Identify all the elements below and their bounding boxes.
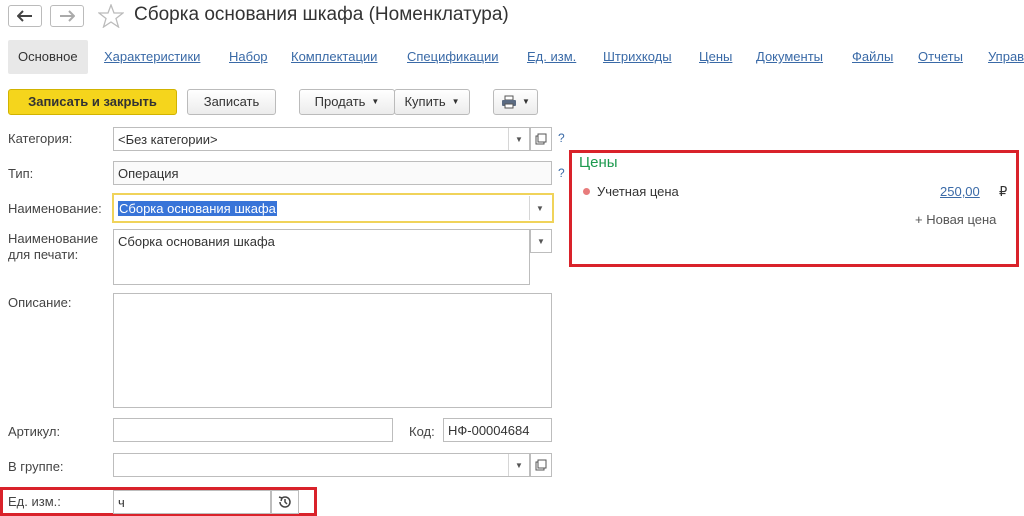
print-name-label-line2: для печати:: [8, 247, 79, 262]
currency-label: ₽: [999, 184, 1008, 199]
sell-button[interactable]: Продать ▼: [299, 89, 395, 115]
tab-files[interactable]: Файлы: [852, 40, 893, 74]
open-icon: [535, 459, 547, 471]
tab-set[interactable]: Набор: [229, 40, 268, 74]
buy-button[interactable]: Купить ▼: [394, 89, 470, 115]
sell-label: Продать: [314, 94, 366, 109]
tab-units[interactable]: Ед. изм.: [527, 40, 576, 74]
printer-icon: [502, 95, 517, 109]
name-field[interactable]: Сборка основания шкафа ▼: [112, 193, 554, 223]
category-label: Категория:: [8, 131, 73, 146]
tab-kits[interactable]: Комплектации: [291, 40, 377, 74]
group-field[interactable]: ▼: [113, 453, 530, 477]
type-value: Операция: [118, 165, 179, 181]
unit-history-button[interactable]: [271, 490, 299, 514]
description-field[interactable]: [113, 293, 552, 408]
chevron-down-icon[interactable]: ▼: [530, 229, 552, 253]
chevron-down-icon[interactable]: ▼: [508, 128, 529, 150]
unit-value: ч: [118, 494, 125, 510]
article-label: Артикул:: [8, 424, 61, 439]
tab-management[interactable]: Управ: [988, 40, 1024, 74]
tab-main[interactable]: Основное: [8, 40, 88, 74]
prices-title: Цены: [579, 154, 618, 171]
chevron-down-icon: ▼: [522, 97, 530, 106]
print-name-field[interactable]: Сборка основания шкафа: [113, 229, 530, 285]
price-dot-icon: [583, 188, 590, 195]
open-icon: [535, 133, 547, 145]
chevron-down-icon[interactable]: ▼: [508, 454, 529, 476]
back-button[interactable]: [8, 5, 42, 27]
category-field[interactable]: <Без категории> ▼: [113, 127, 530, 151]
description-label: Описание:: [8, 295, 72, 310]
print-name-label: Наименование для печати:: [8, 231, 98, 263]
print-name-label-line1: Наименование: [8, 231, 99, 246]
tab-reports[interactable]: Отчеты: [918, 40, 963, 74]
price-value-link[interactable]: 250,00: [940, 184, 980, 199]
code-field[interactable]: НФ-00004684: [443, 418, 552, 442]
type-field: Операция: [113, 161, 552, 185]
type-label: Тип:: [8, 166, 34, 181]
arrow-left-icon: [17, 10, 32, 22]
tab-characteristics[interactable]: Характеристики: [104, 40, 200, 74]
group-open-button[interactable]: [530, 453, 552, 477]
page-title: Сборка основания шкафа (Номенклатура): [134, 4, 509, 25]
category-open-button[interactable]: [530, 127, 552, 151]
star-icon[interactable]: [97, 3, 125, 31]
history-icon: [278, 496, 291, 508]
print-button[interactable]: ▼: [493, 89, 538, 115]
unit-field[interactable]: ч: [113, 490, 271, 514]
price-item-label: Учетная цена: [597, 184, 679, 199]
new-price-button[interactable]: + Новая цена: [915, 212, 996, 227]
chevron-down-icon[interactable]: ▼: [529, 196, 550, 220]
tab-bar: Основное Характеристики Набор Комплектац…: [0, 40, 1024, 74]
help-icon[interactable]: ?: [558, 166, 565, 180]
category-value: <Без категории>: [118, 131, 218, 147]
buy-label: Купить: [404, 94, 446, 109]
chevron-down-icon: ▼: [371, 97, 380, 106]
tab-documents[interactable]: Документы: [756, 40, 823, 74]
group-label: В группе:: [8, 459, 64, 474]
help-icon[interactable]: ?: [558, 131, 565, 145]
name-label: Наименование:: [8, 201, 102, 216]
save-and-close-button[interactable]: Записать и закрыть: [8, 89, 177, 115]
chevron-down-icon: ▼: [451, 97, 460, 106]
tab-specifications[interactable]: Спецификации: [407, 40, 499, 74]
save-button[interactable]: Записать: [187, 89, 276, 115]
name-value: Сборка основания шкафа: [118, 200, 277, 216]
code-label: Код:: [409, 424, 435, 439]
forward-button[interactable]: [50, 5, 84, 27]
print-name-value: Сборка основания шкафа: [118, 234, 275, 249]
prices-panel: [569, 150, 1019, 267]
tab-barcodes[interactable]: Штрихкоды: [603, 40, 672, 74]
code-value: НФ-00004684: [448, 422, 530, 438]
article-field[interactable]: [113, 418, 393, 442]
unit-label: Ед. изм.:: [8, 494, 61, 509]
arrow-right-icon: [60, 10, 75, 22]
tab-prices[interactable]: Цены: [699, 40, 732, 74]
